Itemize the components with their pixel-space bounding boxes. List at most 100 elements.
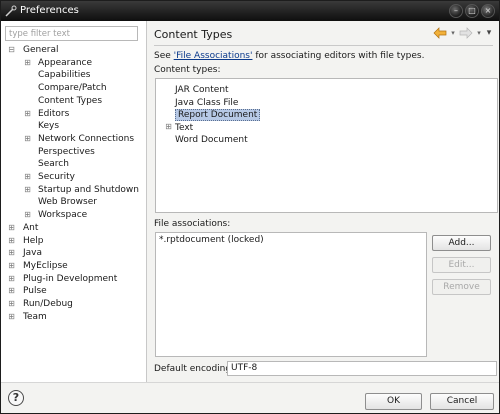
tree-item-label: Keys [38,121,60,132]
content-type-label: Java Class File [175,97,239,108]
tree-item[interactable]: ⊞ Security [23,171,75,183]
title-separator [154,45,493,46]
filter-input[interactable] [5,26,138,41]
minimize-button[interactable]: – [449,4,463,18]
tree-item[interactable]: Compare/Patch [23,82,107,94]
file-associations-label: File associations: [154,219,231,229]
tree-item-label: Editors [38,108,70,119]
tree-item-label: Web Browser [38,197,97,208]
desc-prefix: See [154,51,174,61]
expand-icon[interactable]: ⊞ [23,108,32,120]
expand-icon[interactable]: ⊞ [23,57,32,69]
cancel-button[interactable]: Cancel [430,393,494,410]
tree-item[interactable]: ⊞ Help [7,235,44,247]
expand-icon[interactable]: ⊞ [23,171,32,183]
preferences-window: Preferences – □ × ⊟ General ⊞ Appearance Cap… [0,0,500,414]
tree-item-label: Run/Debug [23,299,73,309]
close-button[interactable]: × [481,4,495,18]
collapse-icon[interactable]: ⊟ [7,44,16,56]
default-encoding-label: Default encoding: [154,364,235,374]
tree-item-label: Compare/Patch [38,83,107,94]
tree-item-label: Content Types [38,95,103,106]
expand-icon[interactable]: ⊞ [7,311,16,323]
remove-button[interactable]: Remove [432,279,491,295]
tree-item[interactable]: ⊞ Workspace [23,209,87,221]
tree-item[interactable]: Content Types [23,95,102,107]
forward-arrow-icon [459,27,473,39]
page-title: Content Types [154,28,233,41]
tree-item[interactable]: ⊞ MyEclipse [7,260,68,272]
tree-item[interactable]: ⊞ Plug-in Development [7,273,117,285]
tree-item[interactable]: ⊞ Ant [7,222,38,234]
file-associations-link[interactable]: 'File Associations' [174,51,253,61]
expand-icon[interactable]: ⊞ [7,273,16,285]
tree-item[interactable]: ⊞ Team [7,311,47,323]
tree-item-label: Plug-in Development [23,273,118,284]
window-title: Preferences [20,5,79,16]
tree-item[interactable]: Web Browser [23,196,97,208]
tree-item[interactable]: ⊞ Appearance [23,57,92,69]
tree-item-label: Search [38,159,69,170]
tree-item[interactable]: ⊞ Java [7,247,42,259]
tree-item-label: Startup and Shutdown [38,184,139,195]
tree-item-label: Appearance [38,57,93,68]
expand-icon[interactable]: ⊞ [164,122,173,131]
tree-item-label: Pulse [23,286,47,297]
content-type-label: Text [175,122,194,133]
expand-icon[interactable]: ⊞ [7,298,16,310]
view-menu-icon[interactable]: ▾ [485,27,493,39]
tree-item[interactable]: Keys [23,120,59,132]
tree-item-label: General [23,45,59,55]
page-description: See 'File Associations' for associating … [154,51,424,61]
title-bar: Preferences – □ × [1,1,499,21]
tree-item-label: Security [38,172,75,182]
maximize-button[interactable]: □ [465,4,479,18]
tree-item-label: Capabilities [38,70,91,81]
default-encoding-field[interactable]: UTF-8 [227,361,497,376]
content-type-label: Report Document [175,109,261,122]
expand-icon[interactable]: ⊞ [7,222,16,234]
expand-icon[interactable]: ⊞ [7,235,16,247]
back-dropdown-icon[interactable]: ▾ [449,27,457,39]
preference-tree-pane: ⊟ General ⊞ Appearance Capabilities Compare/P… [1,21,147,382]
tree-item-label: Ant [23,222,39,233]
tree-item-label: Network Connections [38,133,135,144]
tree-item-label: Team [23,311,47,322]
preferences-app-icon [5,5,17,17]
tree-item[interactable]: ⊞ Run/Debug [7,298,73,310]
expand-icon[interactable]: ⊞ [7,285,16,297]
tree-item[interactable]: ⊞ Startup and Shutdown [23,184,139,196]
tree-item-label: Help [23,235,44,246]
tree-item[interactable]: ⊟ General [7,44,58,56]
add-button[interactable]: Add... [432,235,491,251]
tree-item-label: Perspectives [38,146,95,157]
tree-item[interactable]: Search [23,158,69,170]
desc-suffix: for associating editors with file types. [252,51,425,61]
help-icon[interactable]: ? [8,390,24,406]
content-types-label: Content types: [154,65,221,75]
tree-item[interactable]: Perspectives [23,146,95,158]
tree-item[interactable]: ⊞ Editors [23,108,69,120]
content-types-tree[interactable]: JAR Content Java Class File Report Documen… [155,78,498,213]
forward-dropdown-icon: ▾ [477,29,481,37]
tree-item-label: MyEclipse [23,260,68,271]
back-arrow-icon[interactable] [433,27,447,39]
expand-icon[interactable]: ⊞ [23,133,32,145]
expand-icon[interactable]: ⊞ [23,184,32,196]
expand-icon[interactable]: ⊞ [23,209,32,221]
file-associations-list[interactable]: *.rptdocument (locked) [155,232,427,357]
tree-item[interactable]: Capabilities [23,69,91,81]
expand-icon[interactable]: ⊞ [7,247,16,259]
list-item[interactable]: *.rptdocument (locked) [159,235,264,245]
dialog-button-bar: ? OK Cancel [1,382,499,413]
tree-item-label: Java [23,248,43,259]
ok-button[interactable]: OK [365,393,422,410]
tree-item-label: Workspace [38,210,88,221]
content-type-label: Word Document [175,135,248,146]
edit-button[interactable]: Edit... [432,257,491,273]
content-types-page: Content Types ▾ ▾ ▾ See 'File Associatio… [148,21,499,382]
content-type-label: JAR Content [175,85,229,95]
tree-item[interactable]: ⊞ Pulse [7,285,47,297]
expand-icon[interactable]: ⊞ [7,260,16,272]
tree-item[interactable]: ⊞ Network Connections [23,133,134,145]
